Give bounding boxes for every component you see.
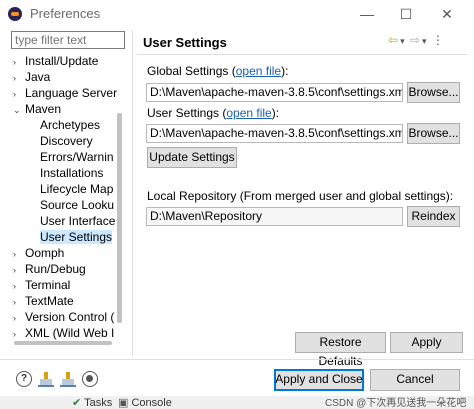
chevron-right-icon[interactable]: › [13, 310, 25, 326]
tree-item-label: Version Control ( [25, 310, 115, 324]
tree-item[interactable]: › Language Server [13, 85, 117, 101]
global-label-text: Global Settings ( [147, 64, 236, 78]
chevron-right-icon[interactable]: › [13, 246, 25, 262]
watermark: CSDN @下次再见送我一朵花吧 [325, 398, 467, 409]
page-title: User Settings [143, 35, 227, 50]
forward-arrow-icon[interactable]: ⇨ [410, 33, 420, 47]
cancel-button[interactable]: Cancel [370, 369, 460, 391]
user-open-file-link[interactable]: open file [226, 106, 271, 120]
console-tab-label: Console [131, 397, 172, 409]
tree-item-label: User Interface [40, 214, 116, 228]
close-button[interactable]: ✕ [436, 4, 458, 24]
tree-item[interactable]: › TextMate [13, 293, 74, 309]
browse-user-button[interactable]: Browse... [407, 123, 460, 144]
chevron-right-icon[interactable]: › [13, 278, 25, 294]
tree-item-label: Install/Update [25, 54, 99, 68]
tasks-tab[interactable]: ✔ Tasks [72, 396, 112, 409]
tree-item-label: Discovery [40, 134, 93, 148]
maximize-button[interactable]: ☐ [395, 4, 417, 24]
tree-item[interactable]: › Version Control ( [13, 309, 114, 325]
tasks-tab-label: Tasks [84, 397, 113, 409]
restore-defaults-button[interactable]: Restore Defaults [295, 332, 386, 368]
export-icon[interactable] [60, 371, 76, 387]
tree-item[interactable]: Archetypes [40, 117, 100, 133]
console-tab[interactable]: ▣ Console [118, 396, 172, 409]
tasks-check-icon: ✔ [72, 397, 82, 409]
update-settings-button[interactable]: Update Settings [147, 147, 237, 168]
chevron-right-icon[interactable]: › [13, 326, 25, 342]
tree-item-label: Installations [40, 166, 104, 180]
page-nav: ⇦ ▾ ⇨ ▾ ⋮ [388, 33, 446, 47]
tree-item[interactable]: › Terminal [13, 277, 70, 293]
console-icon: ▣ [118, 397, 129, 409]
help-icon[interactable]: ? [16, 371, 32, 387]
tree-item[interactable]: Source Looku [40, 197, 114, 213]
chevron-right-icon[interactable]: › [13, 294, 25, 310]
tree-item-label: TextMate [25, 294, 74, 308]
tree-horizontal-scrollbar[interactable] [14, 341, 112, 345]
chevron-right-icon[interactable]: › [13, 262, 25, 278]
global-settings-label: Global Settings (open file): [147, 64, 288, 78]
tree-item-label: Source Looku [40, 198, 115, 212]
tree-item[interactable]: › Install/Update [13, 53, 98, 69]
tree-item-label: XML (Wild Web I [25, 326, 115, 340]
tree-item-label: Lifecycle Map [40, 182, 114, 196]
forward-menu-icon[interactable]: ▾ [422, 36, 427, 46]
back-menu-icon[interactable]: ▾ [400, 36, 405, 46]
tree-item-label: Maven [25, 102, 62, 116]
pane-divider[interactable] [132, 30, 133, 356]
tree-item-label: Oomph [25, 246, 65, 260]
chevron-down-icon[interactable]: ⌄ [13, 102, 25, 118]
tree-item-label: User Settings [40, 230, 113, 244]
chevron-right-icon[interactable]: › [13, 70, 25, 86]
tree-item-label: Errors/Warnin [40, 150, 114, 164]
filter-box[interactable] [11, 31, 125, 49]
tree-item-label: Archetypes [40, 118, 101, 132]
chevron-right-icon[interactable]: › [13, 54, 25, 70]
user-settings-field[interactable]: D:\Maven\apache-maven-3.8.5\conf\setting… [146, 124, 403, 143]
filter-input[interactable] [15, 32, 124, 48]
tree-item-label: Terminal [25, 278, 71, 292]
local-repository-field: D:\Maven\Repository [146, 207, 403, 226]
global-label-suffix: ): [281, 64, 289, 78]
tree-item[interactable]: Installations [40, 165, 103, 181]
page-menu-icon[interactable]: ⋮ [432, 33, 444, 47]
tree-item[interactable]: Lifecycle Map [40, 181, 113, 197]
user-label-text: User Settings ( [147, 106, 227, 120]
user-settings-label: User Settings (open file): [147, 106, 279, 120]
tree-item[interactable]: ⌄ Maven [13, 101, 61, 117]
global-open-file-link[interactable]: open file [236, 64, 281, 78]
tree-item[interactable]: › Run/Debug [13, 261, 86, 277]
eclipse-logo-icon [8, 7, 22, 21]
apply-button[interactable]: Apply [390, 332, 463, 353]
local-repository-label: Local Repository (From merged user and g… [147, 189, 454, 203]
minimize-button[interactable]: — [356, 4, 378, 24]
tree-item[interactable]: Errors/Warnin [40, 149, 114, 165]
tree-vertical-scrollbar[interactable] [117, 113, 122, 323]
tree-item-label: Java [25, 70, 51, 84]
import-icon[interactable] [38, 371, 54, 387]
chevron-right-icon[interactable]: › [13, 86, 25, 102]
tree-item[interactable]: User Interface [40, 213, 115, 229]
preferences-window: Preferences — ☐ ✕ ›Install/Update›Java›L… [0, 0, 474, 409]
tree-item-label: Run/Debug [25, 262, 86, 276]
window-title: Preferences [30, 6, 101, 21]
apply-and-close-button[interactable]: Apply and Close [274, 369, 364, 391]
tree-item[interactable]: › Oomph [13, 245, 64, 261]
footer-separator [0, 359, 474, 360]
global-settings-field[interactable]: D:\Maven\apache-maven-3.8.5\conf\setting… [146, 83, 403, 102]
title-separator [137, 54, 467, 55]
tree-item[interactable]: Discovery [40, 133, 93, 149]
title-bar: Preferences — ☐ ✕ [0, 0, 474, 28]
record-icon[interactable] [82, 371, 98, 387]
tree-item[interactable]: User Settings [40, 229, 113, 245]
tree-item-label: Language Server [25, 86, 118, 100]
back-arrow-icon[interactable]: ⇦ [388, 33, 398, 47]
tree-item[interactable]: › XML (Wild Web I [13, 325, 114, 341]
browse-global-button[interactable]: Browse... [407, 82, 460, 103]
tree-item[interactable]: › Java [13, 69, 50, 85]
preference-tree: › Install/Update › Java › Language Server ⌄ Mav… [13, 53, 127, 343]
reindex-button[interactable]: Reindex [407, 206, 460, 227]
user-label-suffix: ): [271, 106, 280, 120]
